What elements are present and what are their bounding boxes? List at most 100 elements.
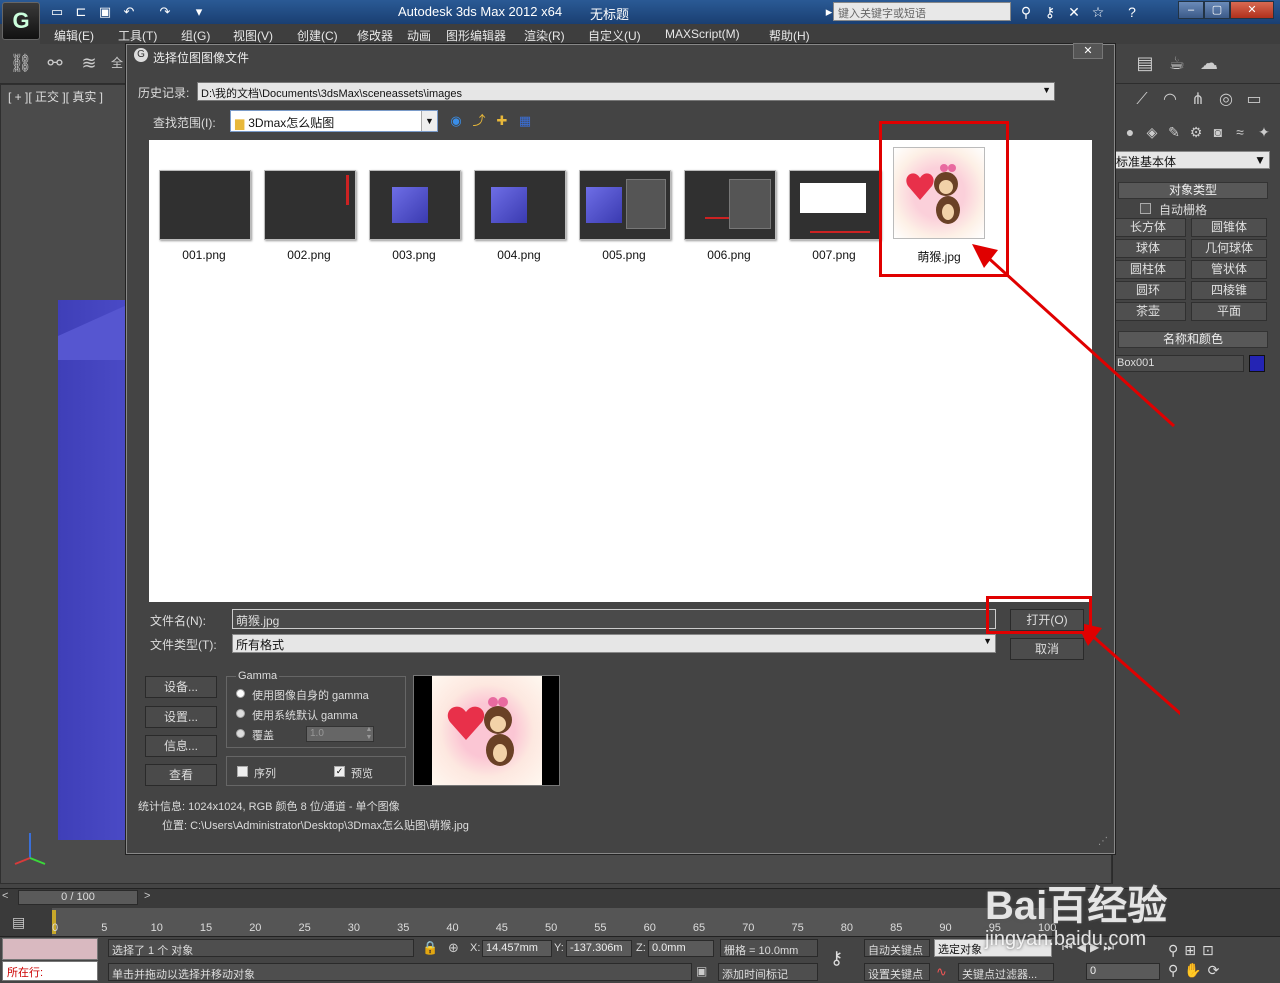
render-production-icon[interactable]: ☁	[1196, 50, 1222, 76]
unlink-icon[interactable]: ⚯	[42, 50, 68, 76]
setup-button[interactable]: 设置...	[145, 706, 217, 728]
filetype-dropdown[interactable]: 所有格式 ▼	[232, 634, 996, 653]
cameras-icon[interactable]: ⚙	[1184, 120, 1208, 144]
star-icon[interactable]: ☆	[1088, 3, 1108, 21]
devices-button[interactable]: 设备...	[145, 676, 217, 698]
menu-maxscript[interactable]: MAXScript(M)	[665, 27, 740, 41]
gamma-option-label[interactable]: 使用图像自身的 gamma	[252, 687, 369, 703]
file-thumbnail[interactable]	[684, 170, 776, 240]
key-tangent-icon[interactable]: ∿	[936, 964, 947, 980]
menu-tools[interactable]: 工具(T)	[118, 27, 157, 44]
menu-modifiers[interactable]: 修改器	[357, 27, 393, 44]
file-thumbnail[interactable]	[159, 170, 251, 240]
dialog-close-button[interactable]: ✕	[1073, 43, 1103, 59]
cone-button[interactable]: 圆锥体	[1191, 218, 1267, 237]
quick-access-dropdown-icon[interactable]: ▾	[190, 3, 208, 21]
running-field[interactable]: 所在行:	[2, 961, 98, 981]
cancel-button[interactable]: 取消	[1010, 638, 1084, 660]
file-name[interactable]: 003.png	[364, 248, 464, 262]
view-menu-icon[interactable]: ▦	[516, 112, 534, 130]
look-in-dropdown[interactable]: ▆ 3Dmax怎么贴图 ▼	[230, 110, 438, 132]
menu-rendering[interactable]: 渲染(R)	[524, 27, 565, 44]
lights-icon[interactable]: ✎	[1162, 120, 1186, 144]
modify-tab-icon[interactable]: ◠	[1158, 88, 1182, 112]
category-dropdown[interactable]: 标准基本体 ▼	[1112, 151, 1270, 169]
close-window-button[interactable]: ✕	[1230, 1, 1274, 19]
object-color-swatch[interactable]	[1249, 355, 1265, 372]
menu-graph-editors[interactable]: 图形编辑器	[446, 27, 506, 44]
tube-button[interactable]: 管状体	[1191, 260, 1267, 279]
new-file-icon[interactable]: ▭	[48, 3, 66, 21]
x-coordinate-field[interactable]: 14.457mm	[482, 940, 552, 957]
gamma-option-label[interactable]: 使用系统默认 gamma	[252, 707, 358, 723]
preview-checkbox[interactable]: ✓	[334, 766, 345, 777]
file-name[interactable]: 004.png	[469, 248, 569, 262]
systems-icon[interactable]: ✦	[1252, 120, 1276, 144]
undo-icon[interactable]: ↶	[120, 3, 138, 21]
filename-input[interactable]: 萌猴.jpg	[232, 609, 996, 629]
view-button[interactable]: 查看	[145, 764, 217, 786]
viewport-label[interactable]: [ + ][ 正交 ][ 真实 ]	[8, 88, 103, 105]
hierarchy-tab-icon[interactable]: ⋔	[1186, 88, 1210, 112]
minimize-button[interactable]: –	[1178, 1, 1204, 19]
help-icon[interactable]: ?	[1122, 3, 1142, 21]
bind-space-warp-icon[interactable]: ≋	[76, 50, 102, 76]
up-folder-icon[interactable]: ⤴	[470, 112, 488, 130]
set-key-button[interactable]: 设置关键点	[864, 963, 930, 981]
maxscript-listener[interactable]	[2, 938, 98, 960]
absolute-mode-icon[interactable]: ⊕	[448, 940, 459, 956]
current-frame-field[interactable]: 0	[1086, 963, 1160, 980]
gamma-radio-override[interactable]	[236, 729, 245, 738]
new-folder-icon[interactable]: ✚	[493, 112, 511, 130]
back-icon[interactable]: ◉	[447, 112, 465, 130]
binoculars-icon[interactable]: ⚲	[1016, 3, 1036, 21]
gamma-radio-image[interactable]	[236, 689, 245, 698]
file-thumbnail[interactable]	[264, 170, 356, 240]
auto-key-button[interactable]: 自动关键点	[864, 939, 930, 957]
geometry-icon[interactable]: ●	[1118, 120, 1142, 144]
open-file-icon[interactable]: ⊏	[72, 3, 90, 21]
helpers-icon[interactable]: ◙	[1206, 120, 1230, 144]
auto-grid-checkbox[interactable]: 自动栅格	[1140, 201, 1207, 218]
file-name[interactable]: 001.png	[154, 248, 254, 262]
add-time-tag-button[interactable]: 添加时间标记	[718, 963, 818, 981]
resize-grip-icon[interactable]: ⋰	[1098, 836, 1108, 847]
menu-help[interactable]: 帮助(H)	[769, 27, 810, 44]
next-frame-icon[interactable]: >	[144, 890, 150, 902]
file-name[interactable]: 006.png	[679, 248, 779, 262]
create-tab-icon[interactable]: ⟋	[1130, 88, 1154, 112]
file-thumbnail[interactable]	[369, 170, 461, 240]
render-frame-icon[interactable]: ☕	[1164, 50, 1190, 76]
selection-filter-icon[interactable]: 全	[108, 50, 126, 76]
shapes-icon[interactable]: ◈	[1140, 120, 1164, 144]
key-icon[interactable]: ⚷	[1040, 3, 1060, 21]
render-setup-icon[interactable]: ▤	[1132, 50, 1158, 76]
lock-selection-icon[interactable]: 🔒	[422, 940, 438, 956]
prev-frame-icon[interactable]: <	[2, 890, 8, 902]
pyramid-button[interactable]: 四棱锥	[1191, 281, 1267, 300]
search-input[interactable]: 键入关键字或短语	[833, 2, 1011, 21]
tools-icon[interactable]: ✕	[1064, 3, 1084, 21]
motion-tab-icon[interactable]: ◎	[1214, 88, 1238, 112]
file-thumbnail[interactable]	[789, 170, 881, 240]
maximize-button[interactable]: ▢	[1204, 1, 1230, 19]
gamma-option-label[interactable]: 覆盖	[252, 727, 274, 743]
file-thumbnail[interactable]	[474, 170, 566, 240]
file-name[interactable]: 002.png	[259, 248, 359, 262]
menu-customize[interactable]: 自定义(U)	[588, 27, 641, 44]
curve-editor-icon[interactable]: ▤	[12, 914, 25, 931]
save-icon[interactable]: ▣	[96, 3, 114, 21]
checkbox-box[interactable]	[1140, 203, 1151, 214]
history-dropdown[interactable]: D:\我的文档\Documents\3dsMax\sceneassets\ima…	[197, 82, 1055, 101]
z-coordinate-field[interactable]: 0.0mm	[648, 940, 714, 957]
menu-group[interactable]: 组(G)	[181, 27, 210, 44]
time-tag-icon[interactable]: ▣	[696, 964, 707, 978]
file-thumbnail[interactable]	[579, 170, 671, 240]
time-slider[interactable]: 0 / 100	[18, 890, 138, 905]
link-icon[interactable]: ⛓	[8, 50, 34, 76]
menu-animation[interactable]: 动画	[407, 27, 431, 44]
geosphere-button[interactable]: 几何球体	[1191, 239, 1267, 258]
plane-button[interactable]: 平面	[1191, 302, 1267, 321]
sequence-checkbox[interactable]	[237, 766, 248, 777]
file-name[interactable]: 007.png	[784, 248, 884, 262]
